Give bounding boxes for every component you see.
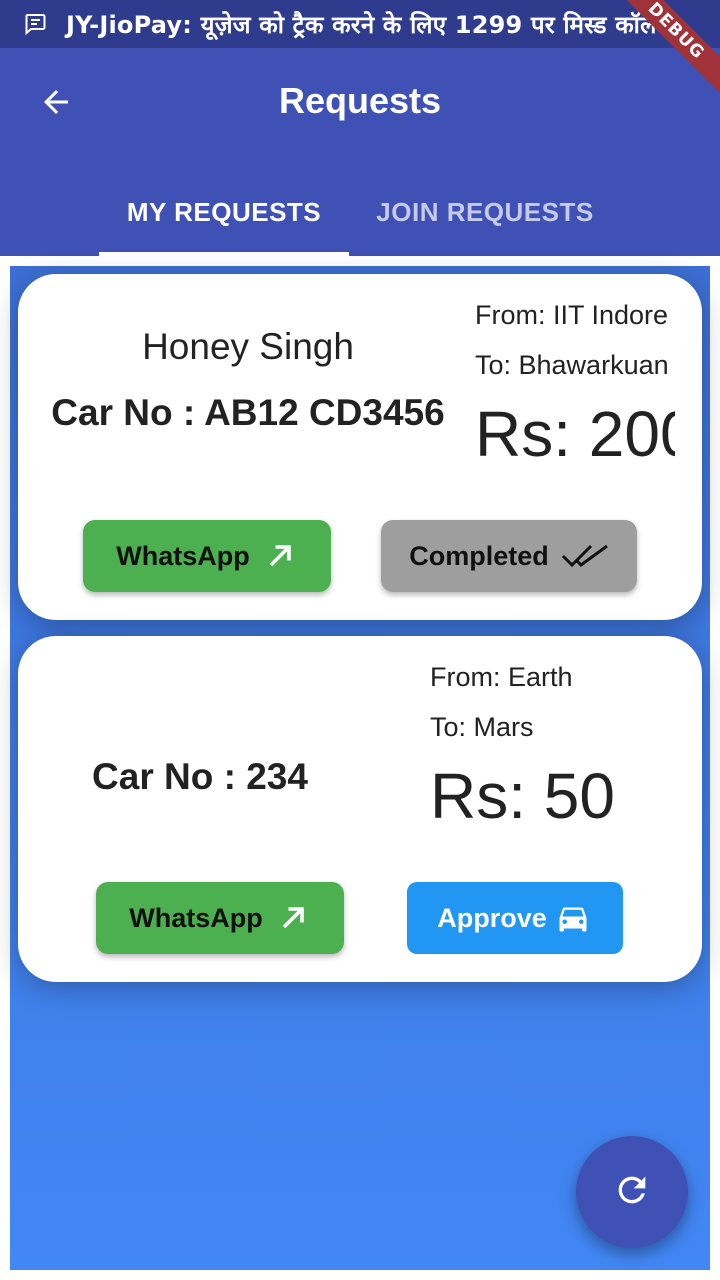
completed-button[interactable]: Completed — [381, 520, 637, 592]
status-label: Approve — [437, 902, 547, 933]
rider-name: Honey Singh — [142, 326, 354, 367]
from-location: From: Earth — [430, 662, 573, 692]
approve-button[interactable]: Approve — [407, 882, 623, 954]
car-number: Car No : 234 — [92, 756, 308, 797]
refresh-button[interactable] — [576, 1136, 688, 1248]
status-label: Completed — [409, 540, 549, 571]
refresh-icon — [612, 1170, 652, 1215]
request-card: Honey Singh Car No : AB12 CD3456 From: I… — [18, 274, 702, 620]
tab-indicator — [99, 252, 349, 256]
notification-text: JY-JioPay: यूज़ेज को ट्रैक करने के लिए 1… — [66, 10, 657, 39]
app-bar: Requests MY REQUESTS JOIN REQUESTS — [0, 48, 720, 256]
tab-bar: MY REQUESTS JOIN REQUESTS — [0, 168, 720, 256]
car-icon — [553, 900, 593, 936]
arrow-up-right-icon — [275, 900, 311, 936]
from-location: From: IIT Indore — [475, 300, 669, 330]
to-location: To: Mars — [430, 712, 534, 742]
route-info: From: IIT Indore To: Bhawarkuan Rs: 200 — [475, 290, 675, 474]
tab-my-requests[interactable]: MY REQUESTS — [99, 168, 349, 256]
fare-amount: Rs: 200 — [475, 398, 675, 470]
tab-join-requests[interactable]: JOIN REQUESTS — [360, 168, 610, 256]
car-number: Car No : AB12 CD3456 — [51, 392, 445, 433]
whatsapp-label: WhatsApp — [129, 902, 263, 933]
double-check-icon — [561, 541, 609, 571]
request-card: Car No : 234 From: Earth To: Mars Rs: 50… — [18, 636, 702, 982]
whatsapp-label: WhatsApp — [116, 540, 250, 571]
status-bar: JY-JioPay: यूज़ेज को ट्रैक करने के लिए 1… — [0, 0, 720, 48]
to-location: To: Bhawarkuan — [475, 350, 669, 380]
route-info: From: Earth To: Mars Rs: 50 — [430, 652, 690, 836]
message-icon — [22, 11, 48, 37]
whatsapp-button[interactable]: WhatsApp — [83, 520, 331, 592]
whatsapp-button[interactable]: WhatsApp — [96, 882, 344, 954]
arrow-up-right-icon — [262, 538, 298, 574]
requests-list: Honey Singh Car No : AB12 CD3456 From: I… — [10, 266, 710, 1270]
page-title: Requests — [278, 80, 442, 121]
fare-amount: Rs: 50 — [430, 760, 615, 832]
